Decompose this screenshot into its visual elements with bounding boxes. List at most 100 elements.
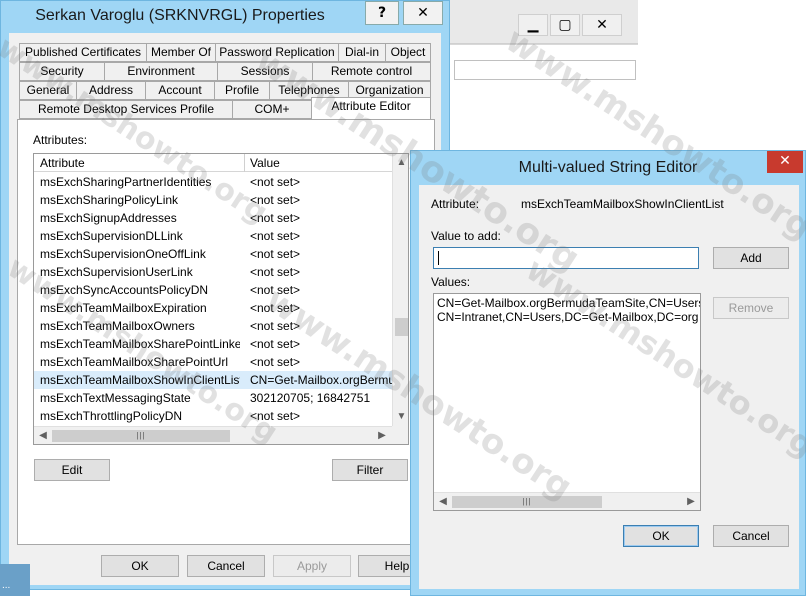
column-header-attribute[interactable]: Attribute	[40, 156, 85, 170]
value-to-add-input[interactable]	[433, 247, 699, 269]
tab-published-certificates[interactable]: Published Certificates	[19, 43, 147, 62]
editor-close-button[interactable]: ✕	[767, 151, 803, 173]
background-window: ▁ ▢ ✕	[448, 0, 806, 122]
tab-security[interactable]: Security	[19, 62, 105, 81]
values-horizontal-scrollbar[interactable]: ◀ ||| ▶	[434, 492, 700, 510]
scroll-down-arrow-icon[interactable]: ▼	[393, 409, 408, 425]
help-title-button[interactable]: ?	[365, 1, 399, 25]
table-row[interactable]: msExchSupervisionOneOffLink <not set>	[34, 245, 392, 263]
text-caret	[438, 251, 439, 265]
attribute-value-cell: <not set>	[250, 211, 301, 225]
tab-sessions[interactable]: Sessions	[217, 62, 313, 81]
filter-button[interactable]: Filter	[332, 459, 408, 481]
attribute-name-cell: msExchSyncAccountsPolicyDN	[40, 283, 209, 297]
table-row[interactable]: msExchTextMessagingState 302120705; 16842…	[34, 389, 392, 407]
scroll-thumb-horizontal[interactable]: |||	[52, 430, 230, 442]
editor-ok-button[interactable]: OK	[623, 525, 699, 547]
scroll-thumb[interactable]	[395, 318, 408, 336]
table-row[interactable]: msExchTeamMailboxSharePointUrl <not set>	[34, 353, 392, 371]
apply-button[interactable]: Apply	[273, 555, 351, 577]
attribute-name-cell: msExchSupervisionOneOffLink	[40, 247, 206, 261]
attribute-name-cell: msExchThrottlingPolicyDN	[40, 409, 183, 423]
table-row[interactable]: msExchTeamMailboxShowInClientList CN=Get-…	[34, 371, 392, 389]
edit-button[interactable]: Edit	[34, 459, 110, 481]
attribute-value-cell: <not set>	[250, 355, 301, 369]
attribute-value-cell: <not set>	[250, 283, 301, 297]
maximize-button[interactable]: ▢	[550, 14, 580, 36]
attributes-list[interactable]: Attribute Value msExchSharingPartnerIden…	[33, 153, 409, 445]
tab-member-of[interactable]: Member Of	[146, 43, 216, 62]
add-button[interactable]: Add	[713, 247, 789, 269]
value-to-add-label: Value to add:	[431, 229, 501, 243]
table-row[interactable]: msExchTeamMailboxExpiration <not set>	[34, 299, 392, 317]
taskbar-item[interactable]: ...	[0, 564, 30, 596]
tab-profile[interactable]: Profile	[214, 81, 270, 100]
attribute-value-cell: <not set>	[250, 265, 301, 279]
attributes-horizontal-scrollbar[interactable]: ◀ ||| ▶	[34, 426, 392, 444]
minimize-button[interactable]: ▁	[518, 14, 548, 36]
attributes-vertical-scrollbar[interactable]: ▲ ▼	[392, 154, 408, 426]
tab-password-replication[interactable]: Password Replication	[215, 43, 339, 62]
close-title-button[interactable]: ✕	[403, 1, 443, 25]
attribute-name-cell: msExchSupervisionDLLink	[40, 229, 183, 243]
attribute-value-cell: <not set>	[250, 337, 301, 351]
values-label: Values:	[431, 275, 471, 289]
attribute-name-cell: msExchTeamMailboxOwners	[40, 319, 195, 333]
scroll-right-arrow-icon[interactable]: ▶	[683, 493, 699, 510]
editor-cancel-button[interactable]: Cancel	[713, 525, 789, 547]
table-row[interactable]: msExchTeamMailboxSharePointLinke... <not …	[34, 335, 392, 353]
values-list[interactable]: CN=Get-Mailbox.orgBermudaTeamSite,CN=Use…	[433, 293, 701, 511]
table-row[interactable]: msExchSharingPolicyLink <not set>	[34, 191, 392, 209]
table-row[interactable]: msExchSyncAccountsPolicyDN <not set>	[34, 281, 392, 299]
table-row[interactable]: msExchSignupAddresses <not set>	[34, 209, 392, 227]
tab-environment[interactable]: Environment	[104, 62, 218, 81]
attribute-value-cell: <not set>	[250, 229, 301, 243]
tab-address[interactable]: Address	[76, 81, 146, 100]
properties-window: Serkan Varoglu (SRKNVRGL) Properties ? ✕…	[0, 0, 450, 590]
tab-general[interactable]: General	[19, 81, 77, 100]
remove-button[interactable]: Remove	[713, 297, 789, 319]
tab-attribute-editor[interactable]: Attribute Editor	[311, 97, 431, 119]
value-item[interactable]: CN=Intranet,CN=Users,DC=Get-Mailbox,DC=o…	[437, 310, 698, 324]
attribute-name-cell: msExchTeamMailboxSharePointUrl	[40, 355, 229, 369]
scroll-thumb-horizontal[interactable]: |||	[452, 496, 602, 508]
table-row[interactable]: msExchSupervisionDLLink <not set>	[34, 227, 392, 245]
background-window-field	[454, 60, 636, 80]
tab-object[interactable]: Object	[385, 43, 431, 62]
attribute-name-cell: msExchTextMessagingState	[40, 391, 191, 405]
tab-com-plus[interactable]: COM+	[232, 100, 312, 119]
attributes-label: Attributes:	[33, 133, 88, 147]
attribute-name-value: msExchTeamMailboxShowInClientList	[521, 197, 724, 211]
attribute-value-cell: <not set>	[250, 175, 301, 189]
table-row[interactable]: msExchSupervisionUserLink <not set>	[34, 263, 392, 281]
attribute-name-cell: msExchSignupAddresses	[40, 211, 177, 225]
table-row[interactable]: msExchThrottlingPolicyDN <not set>	[34, 407, 392, 425]
ok-button[interactable]: OK	[101, 555, 179, 577]
attribute-name-cell: msExchTeamMailboxSharePointLinke...	[40, 337, 240, 351]
table-row[interactable]: msExchSharingPartnerIdentities <not set>	[34, 173, 392, 191]
multi-valued-string-editor: Multi-valued String Editor ✕ Attribute: …	[410, 150, 806, 596]
tab-account[interactable]: Account	[145, 81, 215, 100]
tab-remote-control[interactable]: Remote control	[312, 62, 431, 81]
scroll-left-arrow-icon[interactable]: ◀	[35, 427, 51, 444]
attribute-value-cell: <not set>	[250, 301, 301, 315]
editor-title: Multi-valued String Editor	[518, 159, 698, 176]
tab-dial-in[interactable]: Dial-in	[338, 43, 386, 62]
column-header-value[interactable]: Value	[250, 156, 280, 170]
attribute-value-cell: <not set>	[250, 409, 301, 423]
value-item[interactable]: CN=Get-Mailbox.orgBermudaTeamSite,CN=Use…	[437, 296, 700, 310]
table-row[interactable]: msExchTeamMailboxOwners <not set>	[34, 317, 392, 335]
attribute-value-cell: CN=Get-Mailbox.orgBermud	[250, 373, 392, 387]
scroll-up-arrow-icon[interactable]: ▲	[393, 155, 408, 171]
attribute-name-cell: msExchSharingPolicyLink	[40, 193, 179, 207]
tab-remote-desktop-services-profile[interactable]: Remote Desktop Services Profile	[19, 100, 233, 119]
scroll-right-arrow-icon[interactable]: ▶	[374, 427, 390, 444]
attribute-value-cell: 302120705; 16842751	[250, 391, 371, 405]
scroll-left-arrow-icon[interactable]: ◀	[435, 493, 451, 510]
close-button[interactable]: ✕	[582, 14, 622, 36]
attribute-name-cell: msExchTeamMailboxShowInClientList	[40, 373, 240, 387]
taskbar-label: ...	[2, 580, 11, 591]
cancel-button[interactable]: Cancel	[187, 555, 265, 577]
attribute-value-cell: <not set>	[250, 247, 301, 261]
editor-client-area: Attribute: msExchTeamMailboxShowInClient…	[419, 185, 799, 589]
